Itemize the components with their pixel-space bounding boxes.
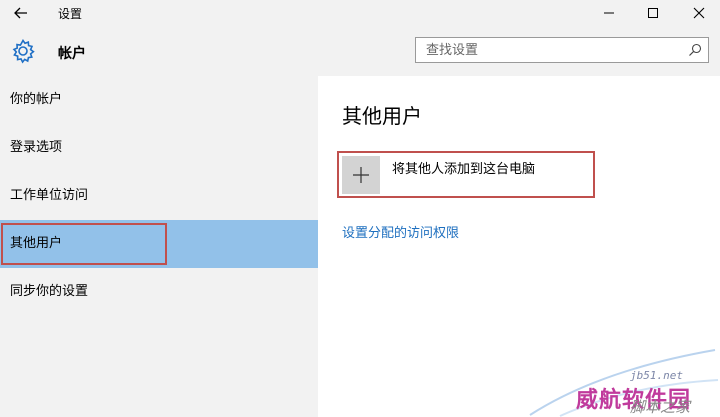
page-title: 帐户 (58, 46, 86, 62)
minimize-icon[interactable] (598, 3, 620, 23)
sidebar-item-sign-in-options[interactable]: 登录选项 (0, 124, 318, 172)
back-arrow-icon[interactable] (10, 3, 32, 23)
plus-icon-box[interactable] (342, 156, 380, 194)
sidebar-item-your-account[interactable]: 你的帐户 (0, 76, 318, 124)
maximize-icon[interactable] (642, 3, 664, 23)
window-title: 设置 (58, 7, 83, 21)
main-content: 其他用户 将其他人添加到这台电脑 设置分配的访问权限 (318, 76, 720, 417)
search-icon[interactable] (688, 43, 702, 57)
watermark-tagline: 脚本之家 (630, 398, 691, 416)
sidebar-item-work-access[interactable]: 工作单位访问 (0, 172, 318, 220)
section-title: 其他用户 (342, 104, 422, 128)
page-header: 帐户 (0, 26, 720, 76)
sidebar: 你的帐户 登录选项 工作单位访问 其他用户 同步你的设置 (0, 76, 318, 417)
search-input[interactable] (416, 38, 676, 62)
search-box[interactable] (415, 37, 709, 63)
watermark-site: jb51.net (630, 369, 683, 382)
assigned-access-link[interactable]: 设置分配的访问权限 (342, 222, 459, 241)
add-user-button[interactable]: 将其他人添加到这台电脑 (342, 156, 572, 194)
plus-icon (353, 167, 369, 183)
gear-icon (12, 39, 35, 64)
add-user-label: 将其他人添加到这台电脑 (392, 162, 536, 177)
close-icon[interactable] (688, 3, 710, 23)
title-bar: 设置 (0, 0, 720, 26)
sidebar-item-sync-settings[interactable]: 同步你的设置 (0, 268, 318, 316)
sidebar-item-other-users[interactable]: 其他用户 (0, 220, 318, 268)
